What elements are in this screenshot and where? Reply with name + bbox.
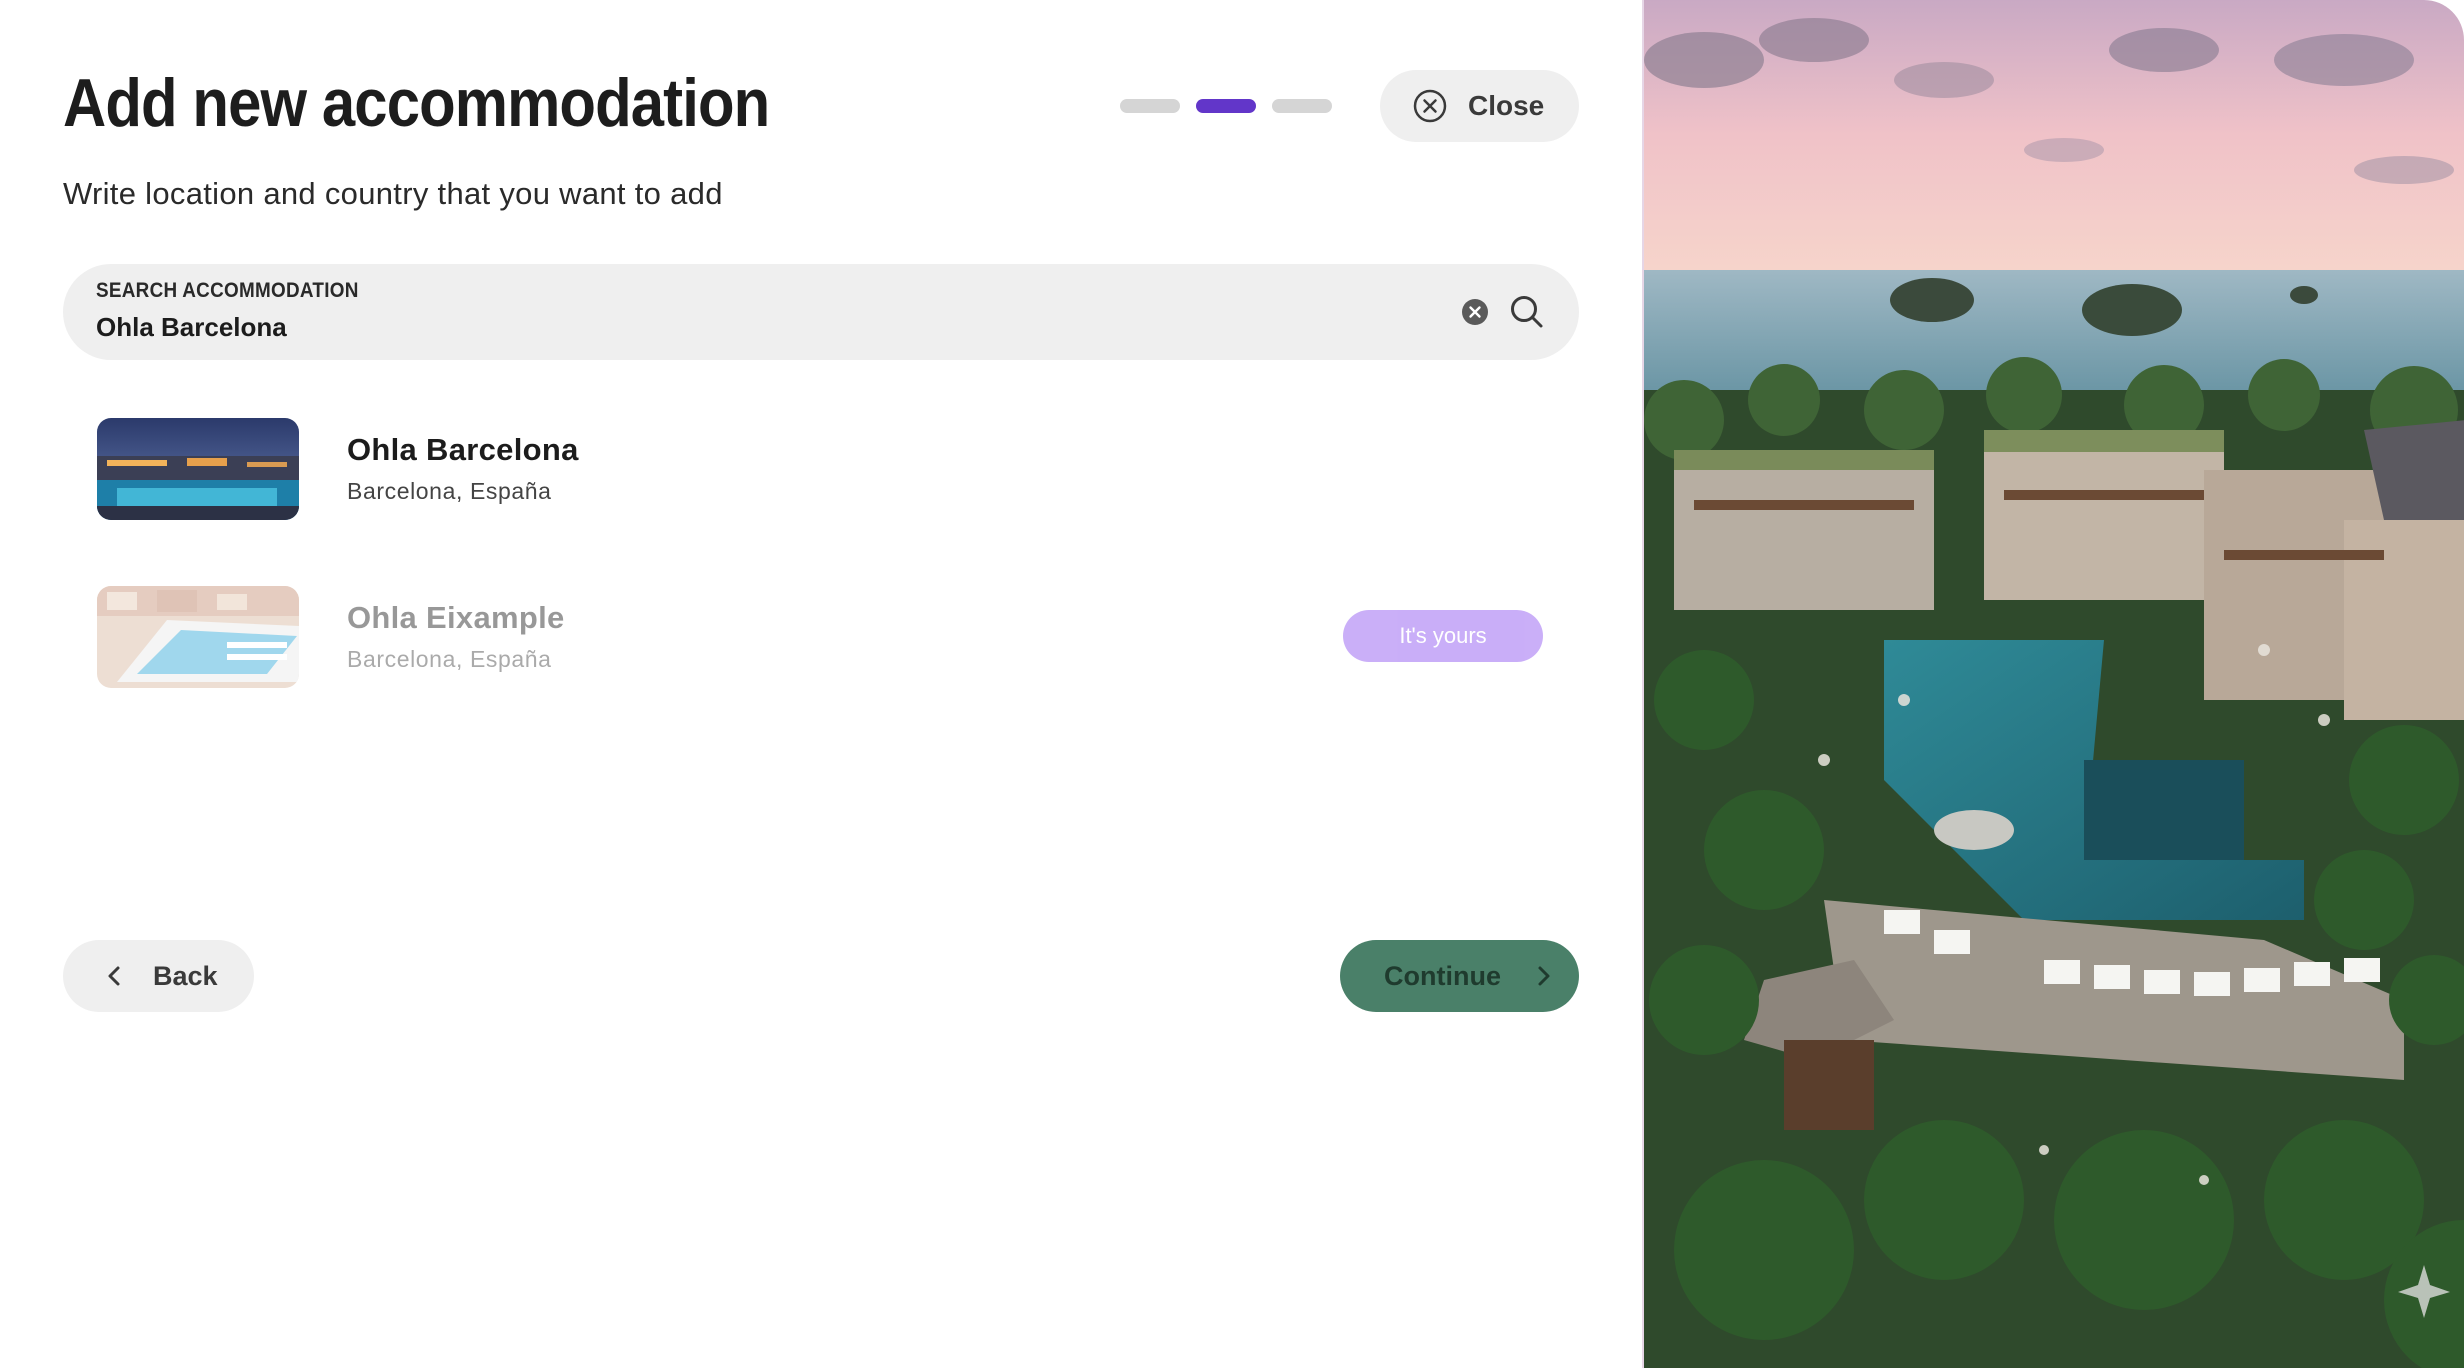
close-circle-icon — [1413, 89, 1447, 123]
search-icon[interactable] — [1507, 292, 1547, 332]
back-button-label: Back — [153, 960, 218, 991]
back-button[interactable]: Back — [63, 940, 254, 1012]
search-field-label: SEARCH ACCOMMODATION — [96, 279, 359, 302]
continue-button[interactable]: Continue — [1340, 940, 1579, 1012]
step-indicator-3 — [1272, 99, 1332, 113]
clear-icon[interactable] — [1461, 298, 1489, 326]
progress-stepper — [1120, 99, 1332, 113]
chevron-right-icon — [1538, 966, 1550, 986]
add-accommodation-panel: Add new accommodation Write location and… — [0, 0, 1642, 1368]
close-button[interactable]: Close — [1380, 70, 1579, 142]
search-field[interactable]: SEARCH ACCOMMODATION — [63, 264, 1579, 360]
result-name: Ohla Eixample — [347, 600, 565, 635]
step-indicator-2-active — [1196, 99, 1256, 113]
result-item-ohla-eixample: Ohla Eixample Barcelona, España It's you… — [97, 586, 1547, 688]
chevron-left-icon — [108, 966, 120, 986]
page-subtitle: Write location and country that you want… — [63, 176, 723, 211]
resort-hero-image — [1642, 0, 2464, 1368]
result-name: Ohla Barcelona — [347, 432, 579, 467]
step-indicator-1 — [1120, 99, 1180, 113]
result-location: Barcelona, España — [347, 646, 552, 672]
continue-button-label: Continue — [1384, 960, 1501, 991]
result-item-ohla-barcelona[interactable]: Ohla Barcelona Barcelona, España — [97, 418, 1547, 520]
its-yours-badge: It's yours — [1343, 610, 1543, 662]
close-button-label: Close — [1468, 90, 1545, 121]
result-thumbnail — [97, 418, 299, 520]
result-location: Barcelona, España — [347, 478, 552, 504]
search-input[interactable] — [96, 310, 1396, 344]
result-thumbnail — [97, 586, 299, 688]
page-title: Add new accommodation — [63, 65, 770, 141]
